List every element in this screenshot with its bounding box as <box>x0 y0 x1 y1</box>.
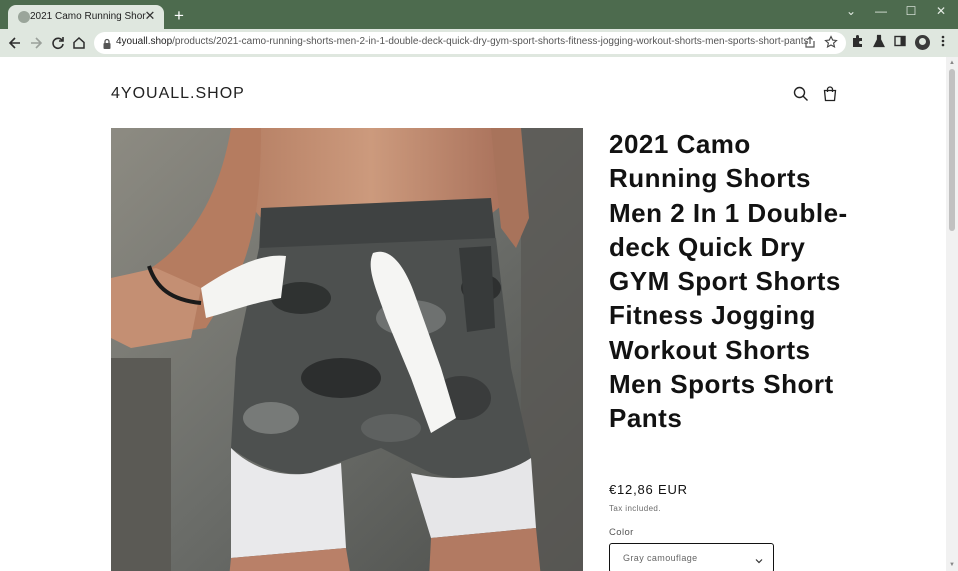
maximize-icon[interactable]: ☐ <box>901 3 921 19</box>
tax-note: Tax included. <box>609 504 661 513</box>
home-icon[interactable] <box>69 33 89 53</box>
tab-favicon-icon <box>18 11 30 23</box>
lab-icon[interactable] <box>870 34 888 52</box>
color-select-value: Gray camouflage <box>623 553 698 563</box>
browser-tab[interactable]: 2021 Camo Running Shorts Men 2 In 1 Doub… <box>8 5 164 29</box>
star-icon[interactable] <box>823 35 839 51</box>
address-bar[interactable]: 4youall.shop/products/2021-camo-running-… <box>94 32 846 54</box>
color-select[interactable]: Gray camouflage <box>609 543 774 571</box>
url-text[interactable]: 4youall.shop/products/2021-camo-running-… <box>116 36 809 47</box>
profile-icon[interactable] <box>915 35 930 50</box>
sidepanel-icon[interactable] <box>891 34 909 52</box>
new-tab-button[interactable]: + <box>170 7 188 25</box>
share-icon[interactable] <box>802 35 818 51</box>
page-content: 4YOUALL.SHOP 2021 Camo Running Shorts Me… <box>0 57 946 571</box>
scroll-down-icon[interactable]: ▼ <box>948 561 956 569</box>
browser-titlebar: 2021 Camo Running Shorts Men 2 In 1 Doub… <box>0 0 958 29</box>
page-scrollbar[interactable]: ▲ ▼ <box>946 57 958 571</box>
browser-toolbar: 4youall.shop/products/2021-camo-running-… <box>0 29 958 57</box>
color-label: Color <box>609 527 634 538</box>
chevron-down-icon <box>754 553 764 564</box>
product-image[interactable] <box>111 128 583 571</box>
tab-close-icon[interactable]: ✕ <box>142 8 158 24</box>
close-window-icon[interactable]: ✕ <box>931 3 951 19</box>
forward-icon[interactable] <box>26 33 46 53</box>
scrollbar-thumb[interactable] <box>949 69 955 231</box>
minimize-icon[interactable]: — <box>871 3 891 19</box>
menu-icon[interactable] <box>934 34 952 52</box>
scroll-up-icon[interactable]: ▲ <box>948 59 956 67</box>
back-icon[interactable] <box>5 33 25 53</box>
store-logo[interactable]: 4YOUALL.SHOP <box>111 85 245 103</box>
cart-icon[interactable] <box>821 85 839 103</box>
extensions-icon[interactable] <box>849 34 867 52</box>
product-price: €12,86 EUR <box>609 482 688 497</box>
reload-icon[interactable] <box>48 33 68 53</box>
url-host: 4youall.shop <box>116 36 173 47</box>
tab-search-icon[interactable]: ⌄ <box>841 3 861 19</box>
search-icon[interactable] <box>792 85 810 103</box>
lock-icon[interactable] <box>102 37 112 49</box>
url-path: /products/2021-camo-running-shorts-men-2… <box>172 36 809 47</box>
product-title: 2021 Camo Running Shorts Men 2 In 1 Doub… <box>609 129 848 434</box>
tab-title: 2021 Camo Running Shorts Men 2 In 1 Doub… <box>30 11 146 22</box>
